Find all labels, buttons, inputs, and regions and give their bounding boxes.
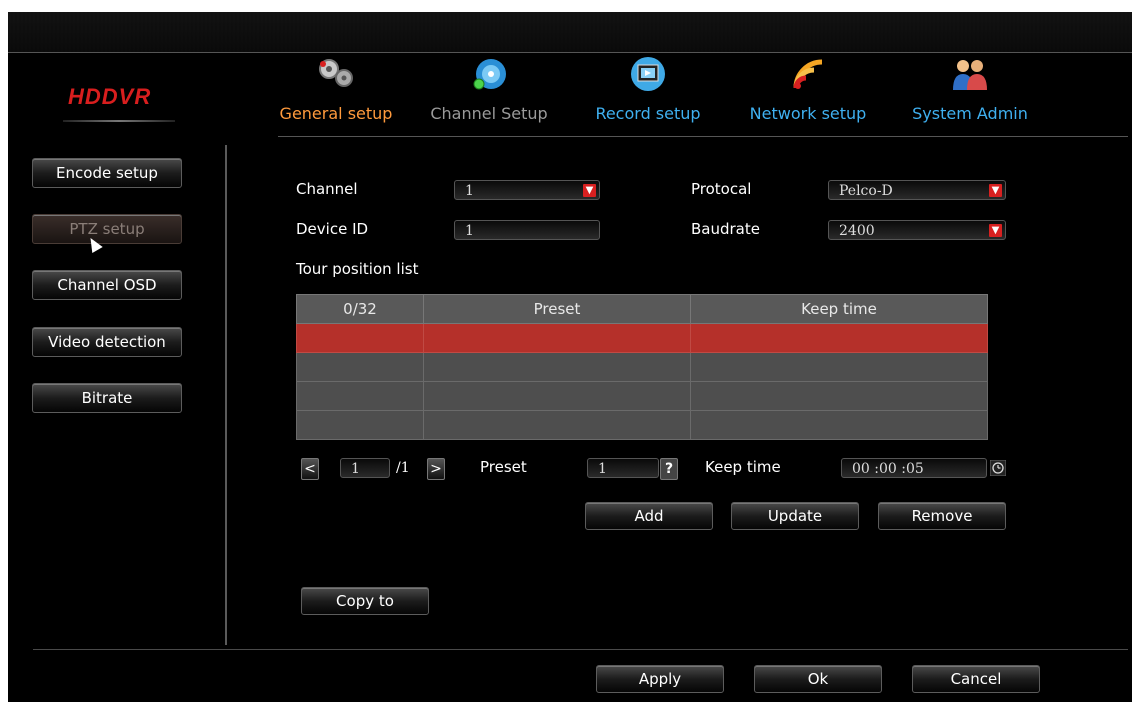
prev-page-button[interactable]: < xyxy=(301,458,319,480)
brand-logo: HDDVR xyxy=(68,84,152,109)
clock-icon[interactable] xyxy=(990,460,1006,476)
record-film-icon xyxy=(631,57,665,91)
table-cell xyxy=(423,381,691,411)
preset-input[interactable]: 1 xyxy=(587,458,659,478)
table-header-row: 0/32 Preset Keep time xyxy=(296,294,988,324)
users-icon xyxy=(953,60,987,90)
wifi-signal-icon xyxy=(793,59,823,89)
add-button[interactable]: Add xyxy=(585,502,713,530)
tour-list-title: Tour position list xyxy=(296,260,419,278)
vertical-divider xyxy=(225,145,227,645)
tab-label: General setup xyxy=(279,104,393,123)
channel-disc-icon xyxy=(473,59,506,90)
table-cell xyxy=(296,381,424,411)
side-ptz-setup-button[interactable]: PTZ setup xyxy=(32,214,182,244)
header-count: 0/32 xyxy=(296,294,424,324)
dropdown-arrow-icon[interactable]: ▼ xyxy=(989,184,1002,197)
tab-channel-setup[interactable]: Channel Setup xyxy=(424,54,554,123)
tab-label: System Admin xyxy=(912,104,1028,123)
dropdown-arrow-icon[interactable]: ▼ xyxy=(583,184,596,197)
tab-system-admin[interactable]: System Admin xyxy=(905,54,1035,123)
help-icon[interactable]: ? xyxy=(660,458,678,480)
tab-record-setup[interactable]: Record setup xyxy=(583,54,713,123)
baudrate-value: 2400 xyxy=(839,223,875,239)
table-cell xyxy=(296,323,424,353)
dropdown-arrow-icon[interactable]: ▼ xyxy=(989,224,1002,237)
keep-time-input[interactable]: 00 :00 :05 xyxy=(841,458,987,478)
table-cell xyxy=(423,352,691,382)
tab-label: Network setup xyxy=(749,104,867,123)
side-video-detection-button[interactable]: Video detection xyxy=(32,327,182,357)
keep-time-label: Keep time xyxy=(705,458,781,476)
baudrate-select[interactable]: 2400 ▼ xyxy=(828,220,1006,240)
protocol-value: Pelco-D xyxy=(839,183,893,199)
tab-label: Record setup xyxy=(595,104,701,123)
apply-button[interactable]: Apply xyxy=(596,665,724,693)
tab-general-setup[interactable]: General setup xyxy=(271,54,401,123)
side-encode-setup-button[interactable]: Encode setup xyxy=(32,158,182,188)
protocol-label: Protocal xyxy=(691,180,752,198)
footer-divider xyxy=(33,649,1128,650)
keep-time-value: 00 :00 :05 xyxy=(852,461,924,477)
remove-button[interactable]: Remove xyxy=(878,502,1006,530)
side-channel-osd-button[interactable]: Channel OSD xyxy=(32,270,182,300)
protocol-select[interactable]: Pelco-D ▼ xyxy=(828,180,1006,200)
tab-network-setup[interactable]: Network setup xyxy=(743,54,873,123)
table-cell xyxy=(423,323,691,353)
dvr-window: HDDVR General setup Channel Setup Record… xyxy=(8,12,1132,702)
page-total: /1 xyxy=(396,460,410,476)
tab-label: Channel Setup xyxy=(430,104,548,123)
table-row[interactable] xyxy=(296,410,988,440)
table-row[interactable] xyxy=(296,352,988,382)
tour-position-table: 0/32 Preset Keep time xyxy=(296,294,988,440)
cancel-button[interactable]: Cancel xyxy=(912,665,1040,693)
page-value: 1 xyxy=(351,461,360,477)
header-keep-time: Keep time xyxy=(690,294,988,324)
copy-to-button[interactable]: Copy to xyxy=(301,587,429,615)
channel-value: 1 xyxy=(465,183,474,199)
side-bitrate-button[interactable]: Bitrate xyxy=(32,383,182,413)
update-button[interactable]: Update xyxy=(731,502,859,530)
channel-select[interactable]: 1 ▼ xyxy=(454,180,600,200)
table-cell xyxy=(423,410,691,440)
device-id-label: Device ID xyxy=(296,220,369,238)
brand-underline xyxy=(63,120,175,122)
table-cell xyxy=(690,410,988,440)
gears-icon xyxy=(319,59,353,87)
page-input[interactable]: 1 xyxy=(340,458,390,478)
table-row[interactable] xyxy=(296,323,988,353)
table-cell xyxy=(296,352,424,382)
title-bar xyxy=(8,12,1132,53)
channel-label: Channel xyxy=(296,180,358,198)
table-cell xyxy=(690,352,988,382)
table-cell xyxy=(690,381,988,411)
ok-button[interactable]: Ok xyxy=(754,665,882,693)
tab-divider xyxy=(278,136,1128,137)
device-id-input[interactable]: 1 xyxy=(454,220,600,240)
table-cell xyxy=(296,410,424,440)
table-cell xyxy=(690,323,988,353)
baudrate-label: Baudrate xyxy=(691,220,760,238)
preset-value: 1 xyxy=(598,461,607,477)
header-preset: Preset xyxy=(423,294,691,324)
device-id-value: 1 xyxy=(465,223,474,239)
preset-label: Preset xyxy=(480,458,527,476)
table-row[interactable] xyxy=(296,381,988,411)
next-page-button[interactable]: > xyxy=(427,458,445,480)
